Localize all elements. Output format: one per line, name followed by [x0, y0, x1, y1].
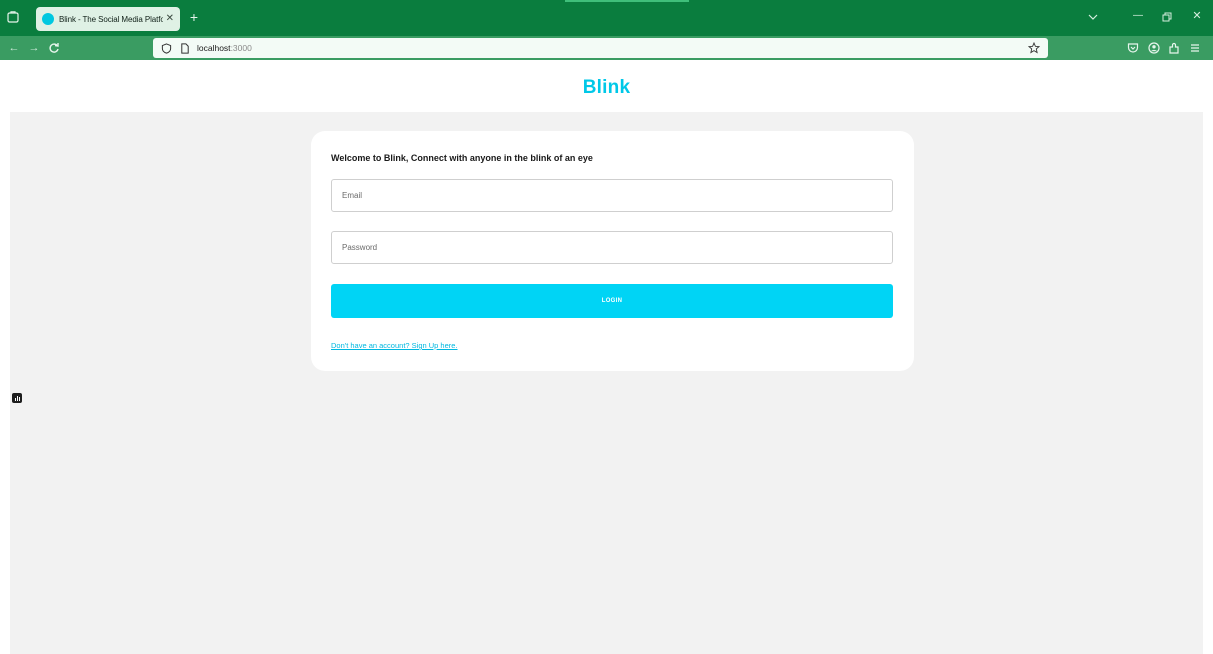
- chevron-down-icon[interactable]: [1086, 10, 1100, 24]
- arrow-left-icon[interactable]: ←: [6, 40, 22, 56]
- extensions-icon[interactable]: [1167, 41, 1181, 55]
- close-icon[interactable]: ✕: [166, 14, 174, 24]
- window-close-icon[interactable]: ✕: [1190, 9, 1204, 23]
- email-input[interactable]: [331, 179, 893, 212]
- welcome-heading: Welcome to Blink, Connect with anyone in…: [331, 153, 593, 163]
- pocket-icon[interactable]: [1126, 41, 1140, 55]
- browser-tab-active[interactable]: Blink - The Social Media Platfor ✕: [36, 7, 180, 31]
- login-button[interactable]: LOGIN: [331, 284, 893, 318]
- star-icon[interactable]: [1028, 42, 1040, 54]
- tab-overview-icon[interactable]: [6, 10, 22, 26]
- reload-icon[interactable]: [46, 40, 62, 56]
- arrow-right-icon[interactable]: →: [26, 40, 42, 56]
- url-port: :3000: [230, 43, 252, 53]
- password-input[interactable]: [331, 231, 893, 264]
- tab-title: Blink - The Social Media Platfor: [59, 14, 163, 24]
- plus-icon[interactable]: +: [186, 9, 202, 25]
- page-icon[interactable]: [180, 42, 190, 54]
- sign-up-link[interactable]: Don't have an account? Sign Up here.: [331, 341, 458, 350]
- browser-tab-bar: Blink - The Social Media Platfor ✕ + — ✕: [0, 0, 1213, 36]
- blink-favicon-icon: [42, 13, 54, 25]
- minimize-icon[interactable]: —: [1131, 9, 1145, 23]
- hamburger-menu-icon[interactable]: [1188, 41, 1202, 55]
- restore-icon[interactable]: [1161, 10, 1173, 22]
- url-host: localhost: [197, 43, 231, 53]
- account-icon[interactable]: [1147, 41, 1161, 55]
- devtools-badge-icon[interactable]: [12, 393, 22, 403]
- address-bar[interactable]: localhost:3000: [153, 38, 1048, 58]
- tab-bar-accent: [565, 0, 689, 2]
- shield-icon[interactable]: [161, 42, 172, 54]
- brand-logo[interactable]: Blink: [0, 77, 1213, 99]
